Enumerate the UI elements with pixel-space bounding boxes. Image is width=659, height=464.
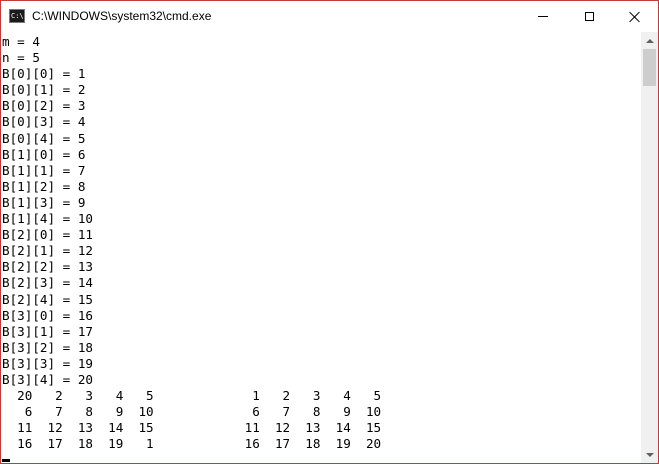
- console-line: B[1][4] = 10: [2, 211, 93, 227]
- console-line: m = 4: [2, 34, 40, 49]
- scrollbar-thumb[interactable]: [643, 49, 656, 86]
- console-line: B[3][2] = 18: [2, 339, 93, 355]
- console-line: B[3][1] = 17: [2, 323, 93, 339]
- scroll-up-arrow-icon: [645, 38, 654, 43]
- console-line: B[2][0] = 11: [2, 227, 93, 243]
- cmd-app-icon[interactable]: C:\.: [9, 9, 28, 23]
- console-line: B[0][1] = 2: [2, 82, 86, 98]
- title-bar[interactable]: C:\. C:\WINDOWS\system32\cmd.exe: [1, 1, 658, 32]
- console-line: B[0][3] = 4: [2, 114, 86, 130]
- console-line: B[1][2] = 8: [2, 178, 86, 194]
- close-icon: [629, 11, 641, 23]
- console-line: B[1][3] = 9: [2, 194, 86, 210]
- console-line: B[0][4] = 5: [2, 130, 86, 146]
- console-line: B[2][1] = 12: [2, 243, 93, 259]
- console-line: B[2][4] = 15: [2, 291, 93, 307]
- maximize-button[interactable]: [566, 1, 612, 32]
- console-line: B[3][4] = 20: [2, 371, 93, 387]
- scroll-down-arrow-icon: [645, 452, 654, 457]
- console-line: B[1][1] = 7: [2, 162, 86, 178]
- window-title: C:\WINDOWS\system32\cmd.exe: [32, 9, 212, 23]
- console-output[interactable]: m = 4n = 5 B[0][0] = 1 B[0][1] = 2 B[0][2] …: [1, 32, 641, 463]
- console-line: B[1][0] = 6: [2, 146, 86, 162]
- console-lines: m = 4n = 5 B[0][0] = 1 B[0][1] = 2 B[0][2] …: [2, 34, 381, 452]
- vertical-scrollbar[interactable]: [641, 32, 658, 463]
- text-cursor: [2, 459, 10, 462]
- minimize-button[interactable]: [520, 1, 566, 32]
- scroll-down-button[interactable]: [641, 446, 658, 463]
- console-line: 20 2 3 4 5 1 2 3 4 5: [2, 388, 382, 404]
- close-button[interactable]: [612, 1, 658, 32]
- scroll-up-button[interactable]: [641, 32, 658, 49]
- console-line: 16 17 18 19 1 16 17 18 19 20: [2, 436, 382, 452]
- console-line: B[2][2] = 13: [2, 259, 93, 275]
- maximize-icon: [584, 12, 594, 21]
- minimize-icon: [538, 16, 548, 17]
- console-line: B[3][0] = 16: [2, 307, 93, 323]
- console-line: B[3][3] = 19: [2, 355, 93, 371]
- console-line: B[0][2] = 3: [2, 98, 86, 114]
- console-line: B[0][0] = 1: [2, 66, 86, 82]
- console-line: 11 12 13 14 15 11 12 13 14 15: [2, 420, 382, 436]
- console-line: B[2][3] = 14: [2, 275, 93, 291]
- console-line: n = 5: [2, 50, 40, 66]
- console-line: 6 7 8 9 10 6 7 8 9 10: [2, 404, 382, 420]
- cmd-window: C:\. C:\WINDOWS\system32\cmd.exe m = 4n …: [0, 0, 659, 464]
